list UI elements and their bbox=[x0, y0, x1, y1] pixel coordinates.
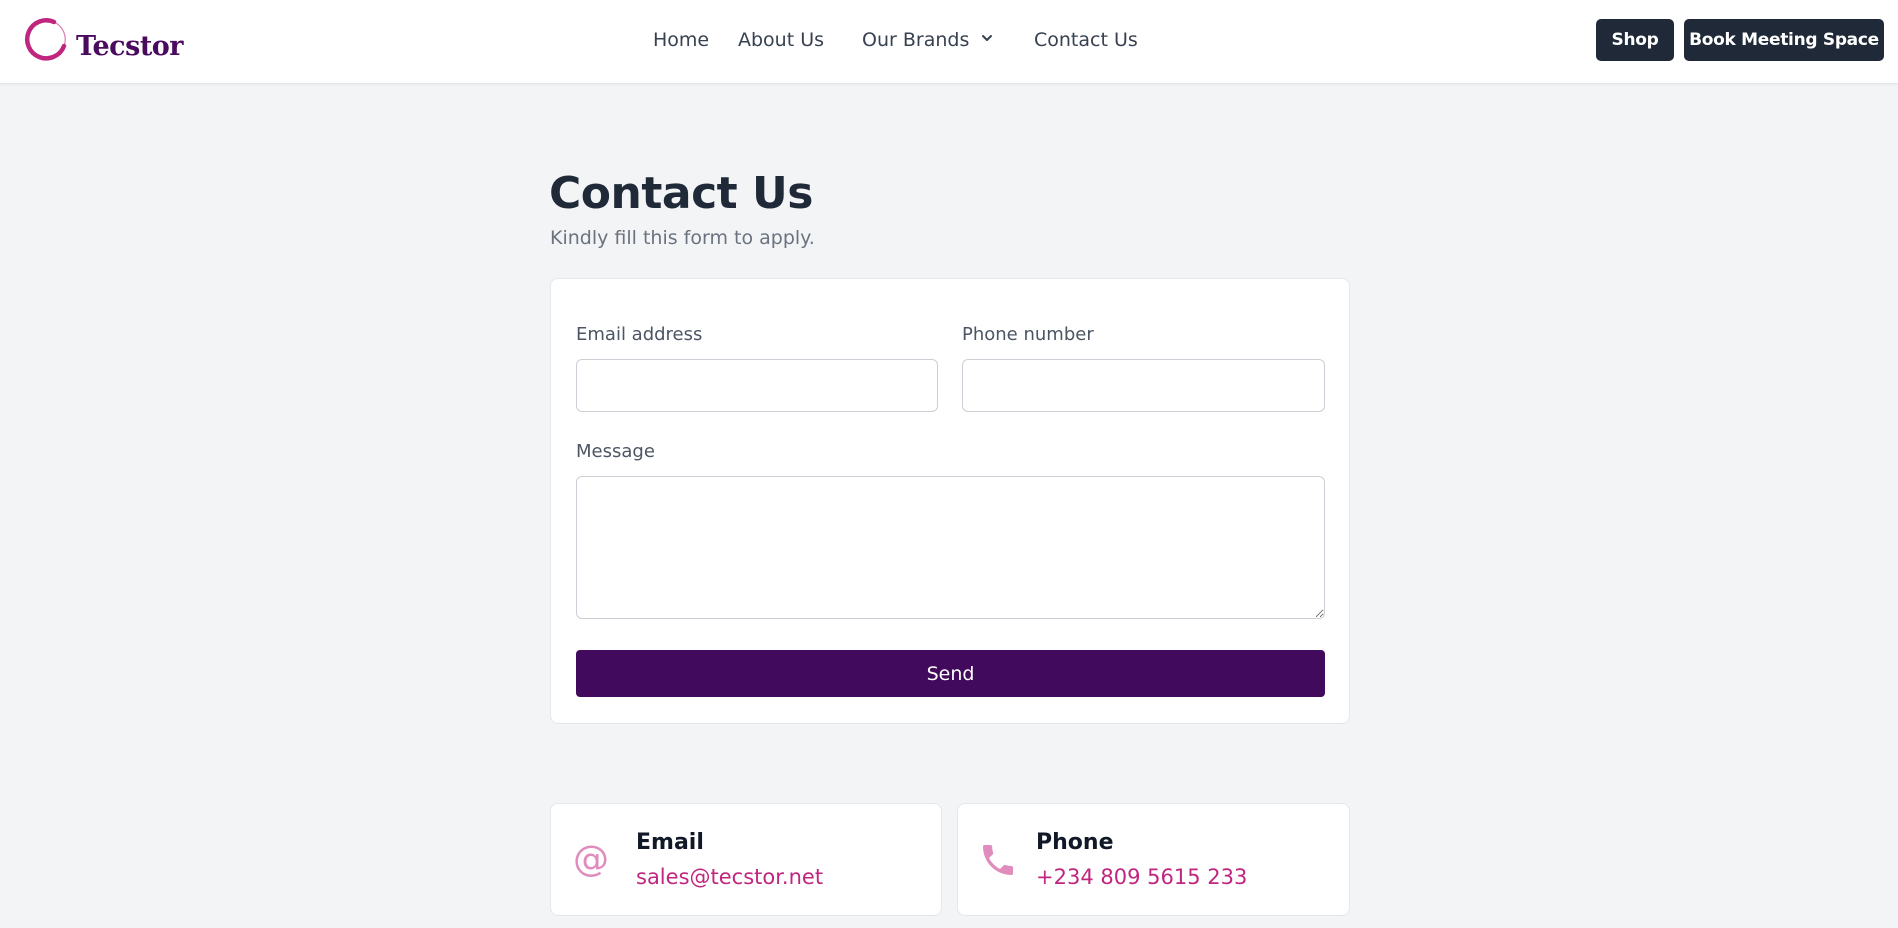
book-meeting-space-button[interactable]: Book Meeting Space bbox=[1684, 19, 1884, 61]
nav-about-us[interactable]: About Us bbox=[738, 29, 824, 51]
nav-contact-us[interactable]: Contact Us bbox=[1034, 29, 1138, 51]
phone-label: Phone number bbox=[962, 324, 1094, 345]
shop-button[interactable]: Shop bbox=[1596, 19, 1674, 61]
svg-text:@: @ bbox=[573, 840, 609, 880]
email-contact-card: @ Email sales@tecstor.net bbox=[550, 803, 942, 916]
email-label: Email address bbox=[576, 324, 703, 345]
message-label: Message bbox=[576, 441, 655, 462]
site-header: Tecstor Home About Us Our Brands Contact… bbox=[0, 0, 1898, 84]
email-card-title: Email bbox=[636, 830, 704, 855]
chevron-down-icon bbox=[982, 35, 993, 41]
page-subtitle: Kindly fill this form to apply. bbox=[550, 227, 815, 249]
phone-card-title: Phone bbox=[1036, 830, 1114, 855]
phone-field[interactable] bbox=[962, 359, 1325, 412]
nav-our-brands[interactable]: Our Brands bbox=[862, 29, 993, 51]
phone-contact-card: Phone +234 809 5615 233 bbox=[957, 803, 1350, 916]
email-field[interactable] bbox=[576, 359, 938, 412]
nav-our-brands-label: Our Brands bbox=[862, 29, 970, 51]
message-textarea[interactable] bbox=[576, 476, 1325, 619]
phone-card-value[interactable]: +234 809 5615 233 bbox=[1036, 865, 1247, 889]
contact-form-card: Email address Phone number Message Send bbox=[550, 278, 1350, 724]
phone-icon bbox=[983, 845, 1013, 875]
send-button[interactable]: Send bbox=[576, 650, 1325, 697]
at-icon: @ bbox=[573, 840, 609, 880]
email-card-value[interactable]: sales@tecstor.net bbox=[636, 865, 823, 889]
page-title: Contact Us bbox=[549, 168, 813, 219]
nav-home[interactable]: Home bbox=[653, 29, 709, 51]
